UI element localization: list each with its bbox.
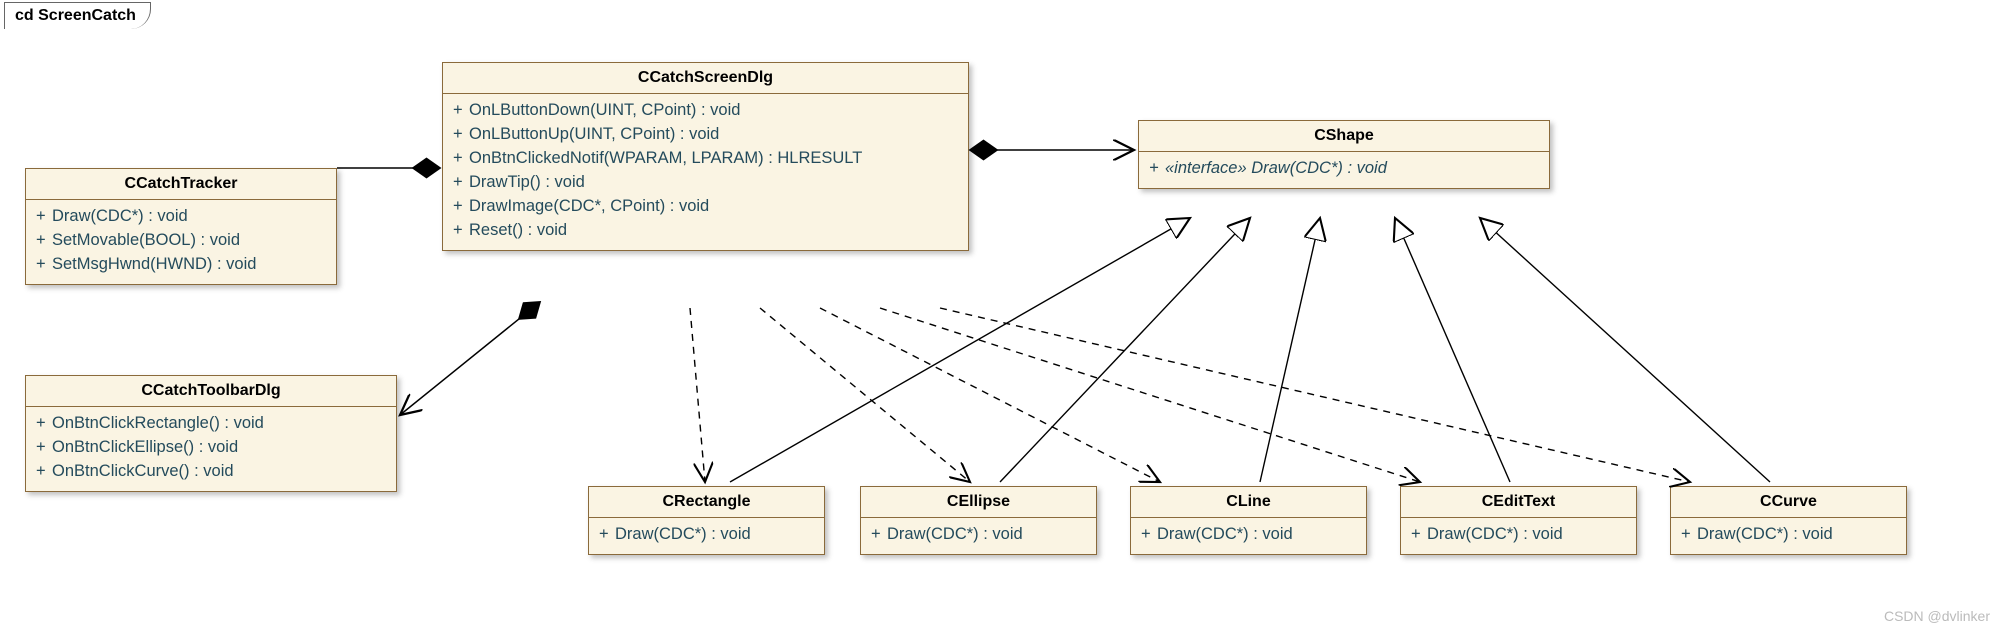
class-body: +OnBtnClickRectangle() : void +OnBtnClic…: [26, 407, 396, 491]
class-name: CEditText: [1401, 487, 1636, 518]
edge-dep-rect: [690, 308, 705, 482]
diagram-title-text: cd ScreenCatch: [15, 7, 136, 24]
edge-dep-curve: [940, 308, 1690, 482]
class-name: CShape: [1139, 121, 1549, 152]
class-ccatch-tracker: CCatchTracker +Draw(CDC*) : void +SetMov…: [25, 168, 337, 285]
class-body: +OnLButtonDown(UINT, CPoint) : void +OnL…: [443, 94, 968, 250]
class-ccatch-screen-dlg: CCatchScreenDlg +OnLButtonDown(UINT, CPo…: [442, 62, 969, 251]
class-body: +«interface» Draw(CDC*) : void: [1139, 152, 1549, 188]
member: +Draw(CDC*) : void: [1681, 522, 1896, 546]
member: +DrawImage(CDC*, CPoint) : void: [453, 194, 958, 218]
member: +DrawTip() : void: [453, 170, 958, 194]
member: +«interface» Draw(CDC*) : void: [1149, 156, 1539, 180]
member: +Draw(CDC*) : void: [1141, 522, 1356, 546]
edge-realize-rect: [730, 218, 1190, 482]
uml-canvas: cd ScreenCatch CCatchTracker +Draw(CDC*)…: [0, 0, 2000, 628]
edge-dep-line: [820, 308, 1160, 482]
class-name: CCatchToolbarDlg: [26, 376, 396, 407]
class-ccurve: CCurve +Draw(CDC*) : void: [1670, 486, 1907, 555]
watermark: CSDN @dvlinker: [1884, 608, 1990, 624]
class-name: CRectangle: [589, 487, 824, 518]
member: +SetMsgHwnd(HWND) : void: [36, 252, 326, 276]
diagram-title: cd ScreenCatch: [4, 2, 151, 29]
edge-dep-edittext: [880, 308, 1420, 482]
edge-dep-ellipse: [760, 308, 970, 482]
member: +Draw(CDC*) : void: [36, 204, 326, 228]
member: +OnBtnClickEllipse() : void: [36, 435, 386, 459]
class-name: CEllipse: [861, 487, 1096, 518]
class-body: +Draw(CDC*) : void +SetMovable(BOOL) : v…: [26, 200, 336, 284]
edge-realize-edittext: [1395, 218, 1510, 482]
member: +Draw(CDC*) : void: [871, 522, 1086, 546]
class-body: +Draw(CDC*) : void: [861, 518, 1096, 554]
member: +SetMovable(BOOL) : void: [36, 228, 326, 252]
edge-realize-curve: [1480, 218, 1770, 482]
class-ccatch-toolbar-dlg: CCatchToolbarDlg +OnBtnClickRectangle() …: [25, 375, 397, 492]
class-name: CCurve: [1671, 487, 1906, 518]
class-body: +Draw(CDC*) : void: [589, 518, 824, 554]
member: +OnBtnClickCurve() : void: [36, 459, 386, 483]
class-body: +Draw(CDC*) : void: [1671, 518, 1906, 554]
edge-comp-toolbar: [400, 302, 540, 415]
class-body: +Draw(CDC*) : void: [1401, 518, 1636, 554]
class-name: CCatchScreenDlg: [443, 63, 968, 94]
edge-realize-ellipse: [1000, 218, 1250, 482]
class-crectangle: CRectangle +Draw(CDC*) : void: [588, 486, 825, 555]
member: +OnBtnClickedNotif(WPARAM, LPARAM) : HLR…: [453, 146, 958, 170]
member: +OnLButtonUp(UINT, CPoint) : void: [453, 122, 958, 146]
member: +Reset() : void: [453, 218, 958, 242]
class-body: +Draw(CDC*) : void: [1131, 518, 1366, 554]
class-name: CCatchTracker: [26, 169, 336, 200]
member: +Draw(CDC*) : void: [599, 522, 814, 546]
member: +Draw(CDC*) : void: [1411, 522, 1626, 546]
edge-realize-line: [1260, 218, 1320, 482]
class-cline: CLine +Draw(CDC*) : void: [1130, 486, 1367, 555]
member: +OnLButtonDown(UINT, CPoint) : void: [453, 98, 958, 122]
class-cedittext: CEditText +Draw(CDC*) : void: [1400, 486, 1637, 555]
class-name: CLine: [1131, 487, 1366, 518]
member: +OnBtnClickRectangle() : void: [36, 411, 386, 435]
class-cshape: CShape +«interface» Draw(CDC*) : void: [1138, 120, 1550, 189]
class-cellipse: CEllipse +Draw(CDC*) : void: [860, 486, 1097, 555]
